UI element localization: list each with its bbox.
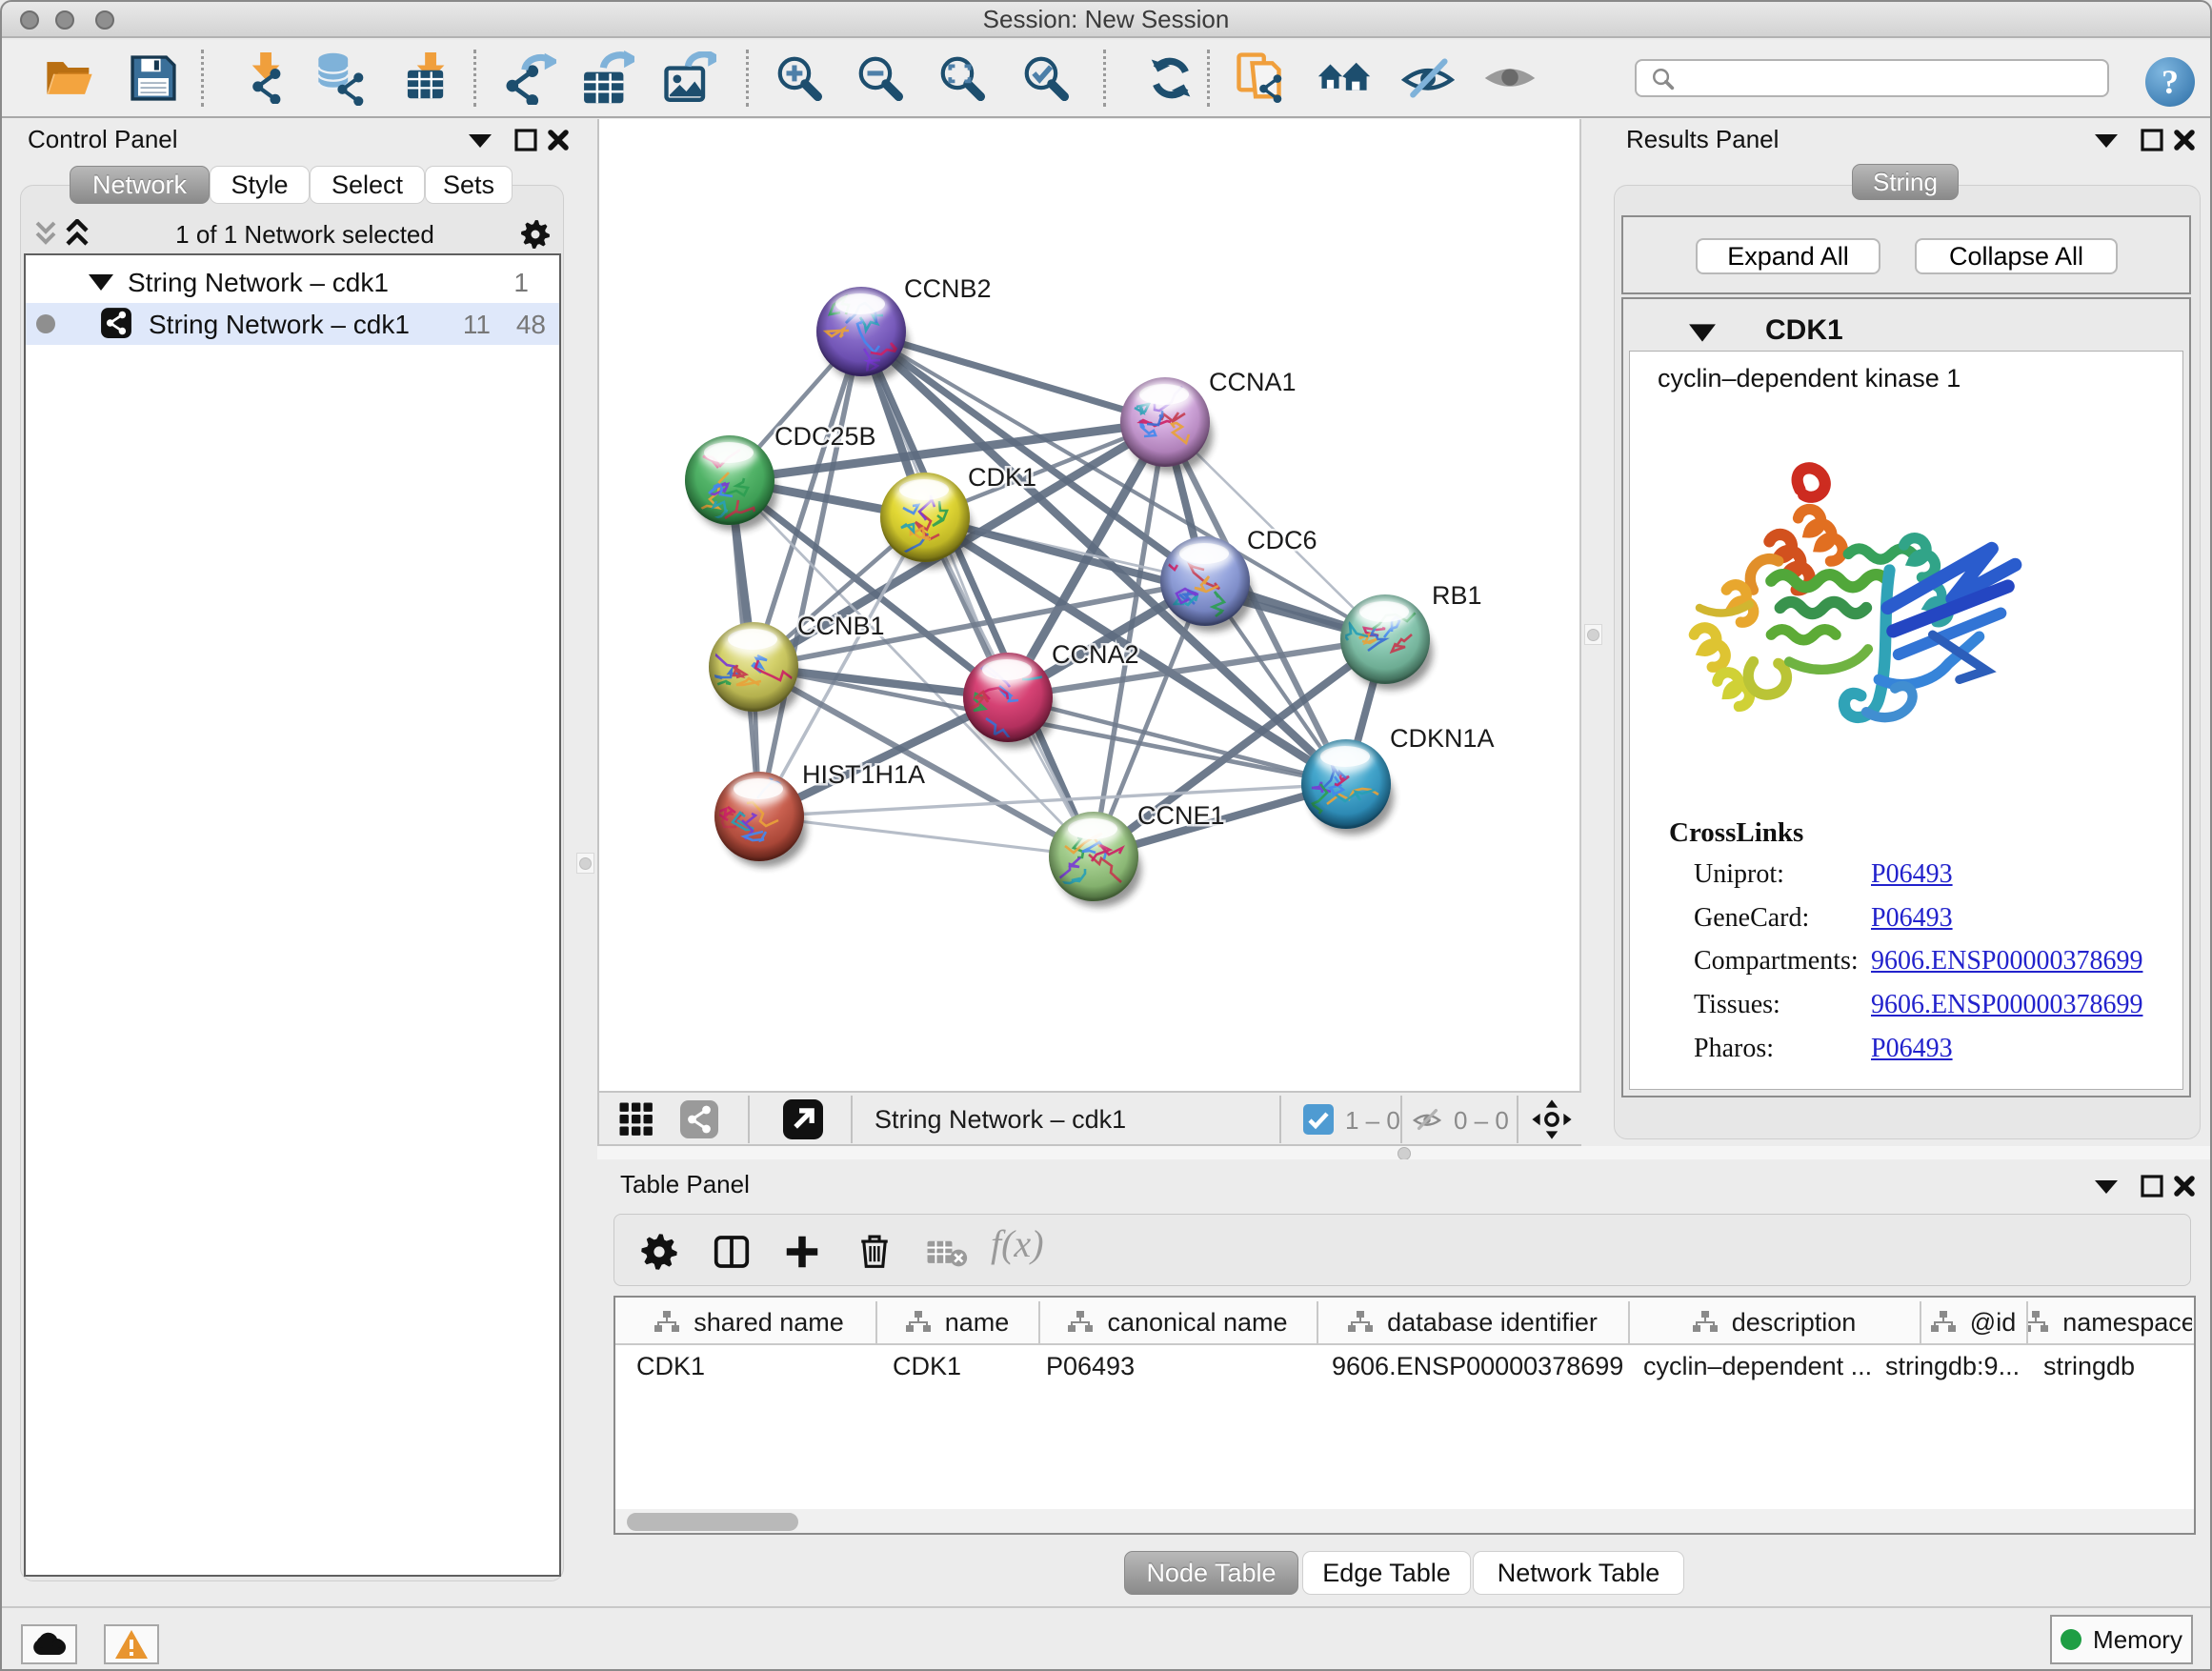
svg-text:CCNB1: CCNB1 <box>797 612 885 640</box>
svg-text:HIST1H1A: HIST1H1A <box>802 760 925 789</box>
svg-text:CDC25B: CDC25B <box>774 422 876 451</box>
svg-text:CDK1: CDK1 <box>968 463 1036 492</box>
svg-text:CCNB2: CCNB2 <box>904 274 992 303</box>
svg-text:RB1: RB1 <box>1432 581 1482 610</box>
svg-text:CDKN1A: CDKN1A <box>1390 724 1495 753</box>
svg-text:CCNA2: CCNA2 <box>1052 640 1139 669</box>
svg-text:CDC6: CDC6 <box>1247 526 1317 554</box>
svg-text:CCNA1: CCNA1 <box>1209 368 1297 396</box>
svg-text:CCNE1: CCNE1 <box>1137 801 1225 830</box>
